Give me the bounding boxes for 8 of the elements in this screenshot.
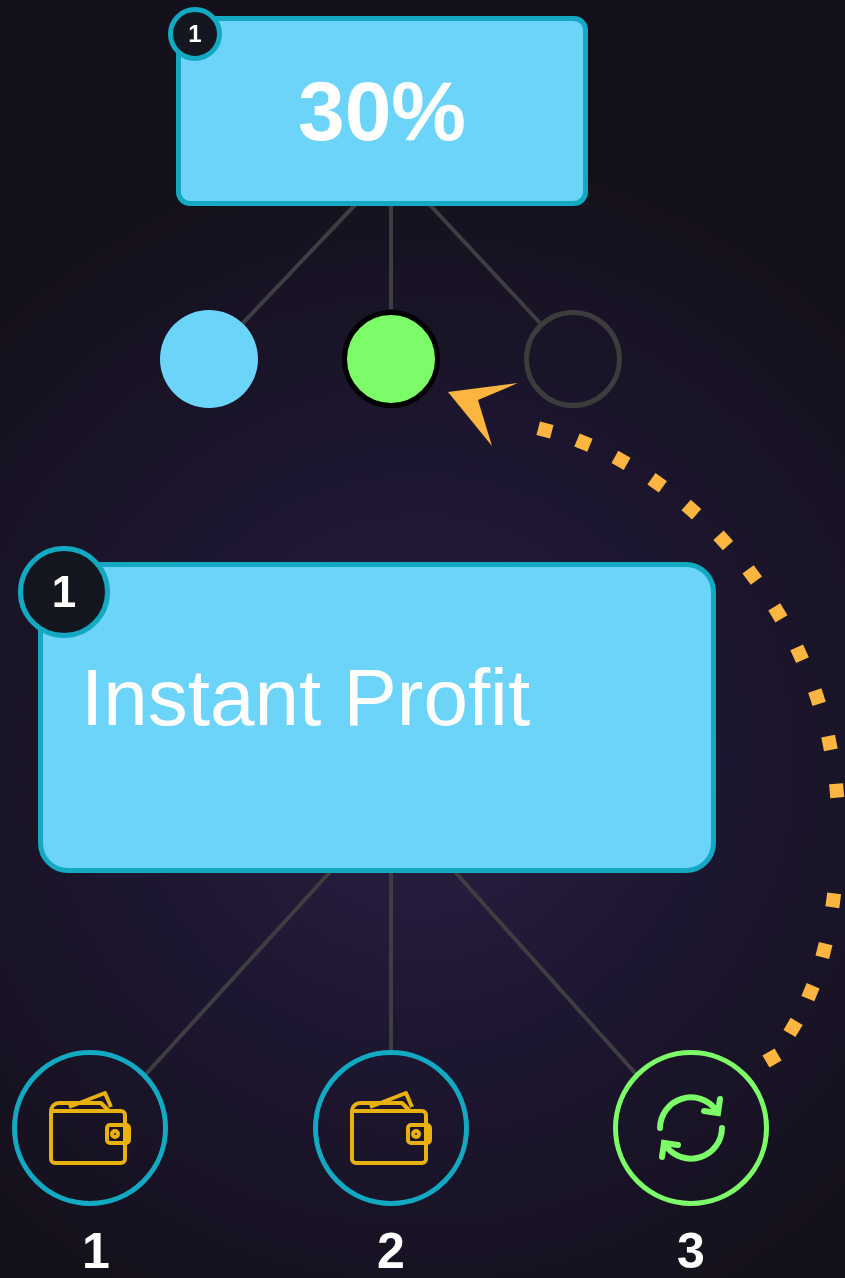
number-badge: 1 — [168, 7, 222, 61]
step-number: 2 — [377, 1222, 405, 1278]
wallet-icon — [47, 1091, 133, 1165]
wallet-icon — [348, 1091, 434, 1165]
card-title: Instant Profit — [81, 651, 531, 744]
step-number: 1 — [82, 1222, 110, 1278]
step-number: 3 — [677, 1222, 705, 1278]
number-badge: 1 — [18, 546, 110, 638]
